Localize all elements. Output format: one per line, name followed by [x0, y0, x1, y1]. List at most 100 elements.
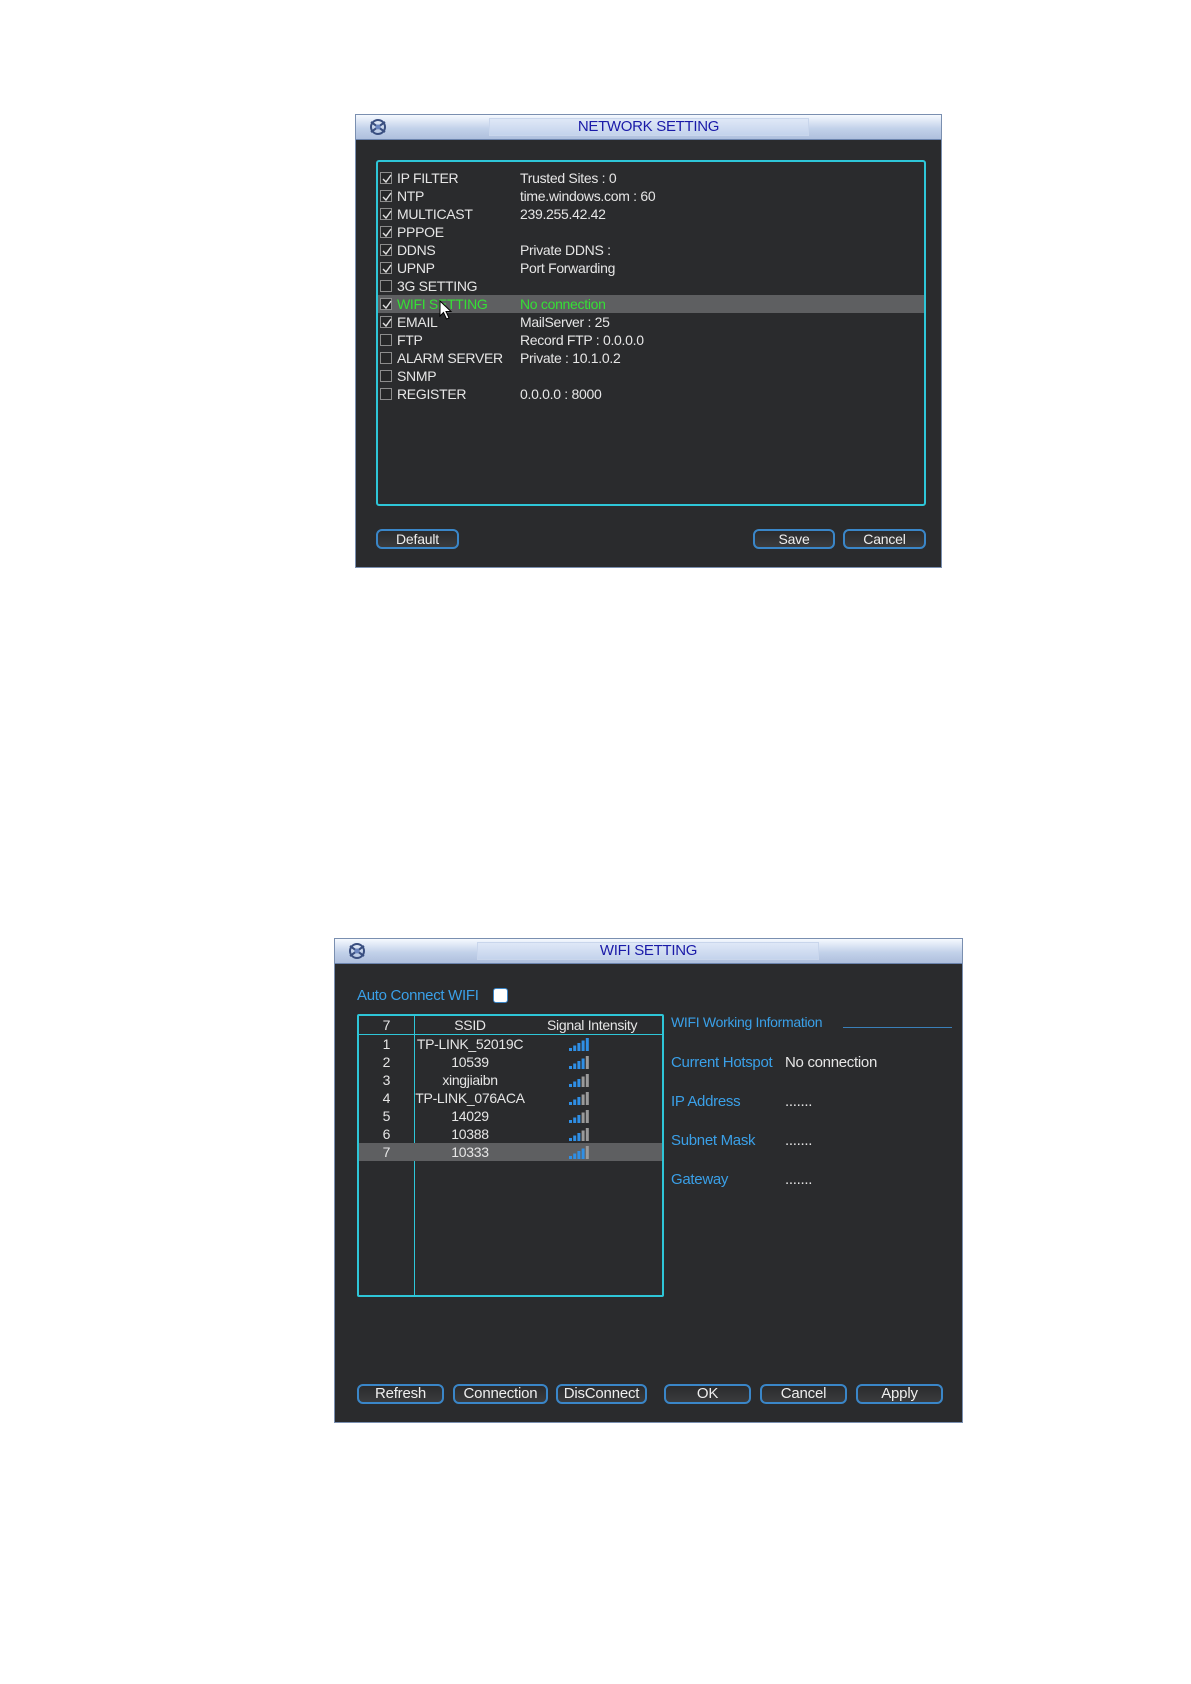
- hotspot-ssid: 10333: [451, 1144, 489, 1160]
- network-title-bar[interactable]: NETWORK SETTING: [356, 115, 941, 140]
- hotspot-ssid: TP-LINK_52019C: [416, 1036, 524, 1052]
- network-option-value: 239.255.42.42: [520, 206, 606, 222]
- hotspot-ssid: 10539: [451, 1054, 489, 1070]
- network-option-row[interactable]: UPNP Port Forwarding: [378, 259, 924, 277]
- signal-bar: [569, 1156, 572, 1159]
- signal-bar: [577, 1061, 581, 1069]
- checkbox-icon[interactable]: [380, 370, 392, 382]
- signal-bar: [577, 1079, 581, 1087]
- subnet-mask-value: .......: [785, 1132, 813, 1149]
- signal-bar: [585, 1056, 589, 1069]
- hotspot-index: 5: [382, 1108, 391, 1124]
- network-option-row[interactable]: FTP Record FTP : 0.0.0.0: [378, 331, 924, 349]
- network-option-label: 3G SETTING: [397, 278, 478, 294]
- network-option-value: time.windows.com : 60: [520, 188, 656, 204]
- network-option-value: Trusted Sites : 0: [520, 170, 617, 186]
- signal-bar: [585, 1110, 589, 1123]
- hotspot-row[interactable]: 6 10388: [359, 1125, 662, 1143]
- network-option-label: SNMP: [397, 368, 437, 384]
- signal-bar: [581, 1130, 585, 1141]
- network-option-row[interactable]: DDNS Private DDNS :: [378, 241, 924, 259]
- signal-bar: [577, 1115, 581, 1123]
- hotspot-ssid: 14029: [451, 1108, 489, 1124]
- network-option-label: REGISTER: [397, 386, 467, 402]
- hotspot-row[interactable]: 2 10539: [359, 1053, 662, 1071]
- hotspot-table-header: 7 SSID Signal Intensity: [359, 1016, 662, 1035]
- network-title: NETWORK SETTING: [577, 118, 720, 135]
- checked-checkbox-icon[interactable]: [380, 190, 392, 202]
- network-option-label: PPPOE: [397, 224, 444, 240]
- connection-button[interactable]: Connection: [453, 1384, 548, 1404]
- network-option-row[interactable]: MULTICAST 239.255.42.42: [378, 205, 924, 223]
- hotspot-row[interactable]: 3 xingjiaibn: [359, 1071, 662, 1089]
- network-option-row[interactable]: 3G SETTING: [378, 277, 924, 295]
- hotspot-row[interactable]: 1 TP-LINK_52019C: [359, 1035, 662, 1053]
- apply-button[interactable]: Apply: [856, 1384, 943, 1404]
- network-option-row[interactable]: WIFI SETTING No connection: [378, 295, 924, 313]
- subnet-mask-label: Subnet Mask: [671, 1132, 756, 1149]
- network-option-label: MULTICAST: [397, 206, 473, 222]
- current-hotspot-label: Current Hotspot: [671, 1054, 773, 1071]
- hotspot-row[interactable]: 5 14029: [359, 1107, 662, 1125]
- signal-bar: [585, 1128, 589, 1141]
- wifi-title-bar[interactable]: WIFI SETTING: [335, 939, 962, 964]
- signal-bar: [573, 1117, 577, 1123]
- network-option-row[interactable]: PPPOE: [378, 223, 924, 241]
- network-option-label: UPNP: [397, 260, 435, 276]
- wifi-title: WIFI SETTING: [599, 942, 698, 959]
- checked-checkbox-icon[interactable]: [380, 172, 392, 184]
- signal-bar: [585, 1146, 589, 1159]
- checkbox-icon[interactable]: [380, 388, 392, 400]
- checked-checkbox-icon[interactable]: [380, 316, 392, 328]
- network-option-row[interactable]: IP FILTER Trusted Sites : 0: [378, 169, 924, 187]
- info-heading-line: [843, 1027, 952, 1028]
- network-option-value: Port Forwarding: [520, 260, 616, 276]
- checkbox-icon[interactable]: [380, 334, 392, 346]
- cancel-button[interactable]: Cancel: [843, 529, 926, 549]
- hotspot-table: 7 SSID Signal Intensity 1 TP-LINK_52019C 2…: [357, 1014, 664, 1297]
- network-option-row[interactable]: ALARM SERVER Private : 10.1.0.2: [378, 349, 924, 367]
- hotspot-index: 7: [382, 1144, 391, 1160]
- network-option-value: MailServer : 25: [520, 314, 610, 330]
- signal-bar: [573, 1081, 577, 1087]
- signal-bar: [585, 1038, 589, 1051]
- checked-checkbox-icon[interactable]: [380, 298, 392, 310]
- network-option-row[interactable]: REGISTER 0.0.0.0 : 8000: [378, 385, 924, 403]
- hotspot-row[interactable]: 7 10333: [359, 1143, 662, 1161]
- wifi-setting-dialog: WIFI SETTING Auto Connect WIFI 7 SSID Si…: [334, 938, 963, 1423]
- hotspot-index: 4: [382, 1090, 391, 1106]
- checked-checkbox-icon[interactable]: [380, 208, 392, 220]
- network-option-label: ALARM SERVER: [397, 350, 503, 366]
- save-button[interactable]: Save: [753, 529, 835, 549]
- refresh-button[interactable]: Refresh: [357, 1384, 444, 1404]
- signal-bar: [577, 1097, 581, 1105]
- network-option-label: EMAIL: [397, 314, 438, 330]
- signal-bar: [573, 1099, 577, 1105]
- ip-address-label: IP Address: [671, 1093, 741, 1110]
- checkbox-icon[interactable]: [380, 352, 392, 364]
- default-button[interactable]: Default: [376, 529, 459, 549]
- network-option-value: No connection: [520, 296, 606, 312]
- signal-strength-icon: [569, 1128, 589, 1141]
- checked-checkbox-icon[interactable]: [380, 262, 392, 274]
- checkbox-icon[interactable]: [380, 280, 392, 292]
- network-option-row[interactable]: EMAIL MailServer : 25: [378, 313, 924, 331]
- network-option-label: NTP: [397, 188, 425, 204]
- disconnect-button[interactable]: DisConnect: [556, 1384, 647, 1404]
- signal-bar: [581, 1094, 585, 1105]
- hotspot-row[interactable]: 4 TP-LINK_076ACA: [359, 1089, 662, 1107]
- auto-connect-checkbox[interactable]: [493, 988, 508, 1003]
- signal-bar: [577, 1043, 581, 1051]
- checked-checkbox-icon[interactable]: [380, 226, 392, 238]
- signal-bar: [577, 1133, 581, 1141]
- ok-button[interactable]: OK: [664, 1384, 751, 1404]
- ssid-column-header: SSID: [454, 1017, 486, 1033]
- signal-bar: [573, 1135, 577, 1141]
- network-option-row[interactable]: SNMP: [378, 367, 924, 385]
- auto-connect-label: Auto Connect WIFI: [357, 987, 479, 1004]
- wifi-cancel-button[interactable]: Cancel: [760, 1384, 847, 1404]
- network-option-label: DDNS: [397, 242, 436, 258]
- network-option-row[interactable]: NTP time.windows.com : 60: [378, 187, 924, 205]
- checked-checkbox-icon[interactable]: [380, 244, 392, 256]
- hotspot-ssid: TP-LINK_076ACA: [415, 1090, 525, 1106]
